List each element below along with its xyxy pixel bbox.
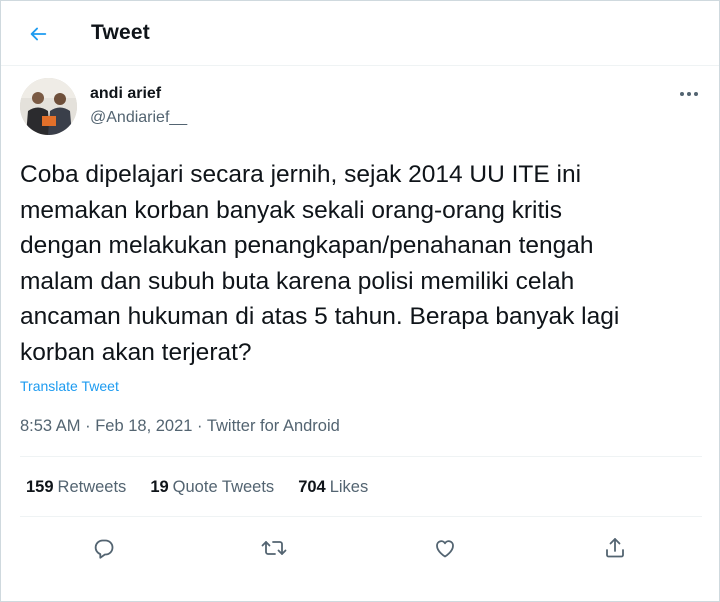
meta-separator: ·	[192, 417, 207, 435]
author-handle[interactable]: @Andiarief__	[90, 109, 187, 127]
share-button[interactable]	[597, 530, 633, 566]
reply-icon	[92, 536, 116, 560]
translate-tweet-link[interactable]: Translate Tweet	[20, 378, 119, 394]
like-button[interactable]	[427, 530, 463, 566]
meta-separator: ·	[80, 417, 96, 435]
tweet-actions	[0, 530, 720, 566]
tweet-date[interactable]: Feb 18, 2021	[95, 417, 192, 435]
tweet-author: andi arief @Andiarief__	[20, 78, 700, 138]
tweet-stats: 159 Retweets 19 Quote Tweets 704 Likes	[26, 478, 392, 497]
like-icon	[433, 536, 457, 560]
author-name[interactable]: andi arief	[90, 85, 161, 103]
tweet-meta: 8:53 AM · Feb 18, 2021 · Twitter for And…	[20, 417, 340, 436]
more-horizontal-icon	[679, 91, 699, 97]
retweets-stat[interactable]: 159 Retweets	[26, 478, 126, 497]
tweet-time[interactable]: 8:53 AM	[20, 417, 81, 435]
more-options-button[interactable]	[678, 86, 700, 102]
retweet-button[interactable]	[256, 530, 292, 566]
retweet-icon	[261, 536, 287, 560]
reply-button[interactable]	[86, 530, 122, 566]
divider	[20, 516, 702, 517]
page-header: Tweet	[1, 1, 719, 66]
arrow-left-icon	[27, 23, 49, 45]
back-button[interactable]	[19, 15, 57, 53]
avatar[interactable]	[20, 78, 77, 135]
page-title: Tweet	[91, 21, 150, 44]
quote-tweets-stat[interactable]: 19 Quote Tweets	[150, 478, 274, 497]
share-icon	[603, 536, 627, 560]
divider	[20, 456, 702, 457]
tweet-text: Coba dipelajari secara jernih, sejak 201…	[20, 161, 620, 366]
tweet-source[interactable]: Twitter for Android	[207, 417, 340, 435]
likes-stat[interactable]: 704 Likes	[298, 478, 368, 497]
